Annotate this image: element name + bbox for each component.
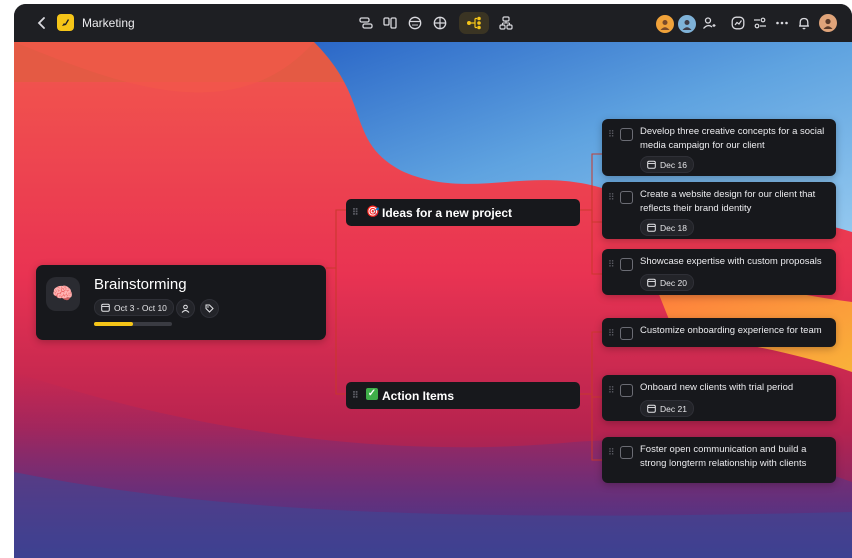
chevron-left-icon[interactable] [34,15,50,31]
task-date: Dec 21 [660,403,687,414]
hierarchy-view-icon[interactable] [498,15,514,31]
board-view-icon[interactable] [382,15,398,31]
drag-handle-icon[interactable]: ⠿ [608,129,615,140]
timeline-view-icon[interactable] [358,15,374,31]
globe-view-icon[interactable] [432,15,448,31]
drag-handle-icon[interactable]: ⠿ [608,385,615,396]
task-card[interactable]: ⠿ Develop three creative concepts for a … [602,119,836,176]
progress-fill [94,322,133,326]
task-checkbox[interactable] [620,446,633,459]
drag-handle-icon[interactable]: ⠿ [608,192,615,203]
task-title: Create a website design for our client t… [640,189,816,214]
task-checkbox[interactable] [620,128,633,141]
calendar-icon [647,278,656,287]
workspace-title[interactable]: Marketing [82,16,135,30]
task-title: Onboard new clients with trial period [640,382,794,393]
rocket-icon [57,14,74,31]
avatar-2[interactable] [677,14,697,34]
drag-handle-icon[interactable]: ⠿ [608,328,615,339]
task-card[interactable]: ⠿ Onboard new clients with trial period … [602,375,836,421]
drag-handle-icon[interactable]: ⠿ [352,207,359,218]
task-card[interactable]: ⠿ Customize onboarding experience for te… [602,318,836,347]
task-date: Dec 16 [660,159,687,170]
branch-node-action-items[interactable]: ⠿ ✓ Action Items [346,382,580,409]
target-emoji-icon: 🎯 [366,206,380,218]
task-card[interactable]: ⠿ Showcase expertise with custom proposa… [602,249,836,295]
task-title: Foster open communication and build a st… [640,444,807,469]
task-date: Dec 20 [660,277,687,288]
calendar-icon [647,160,656,169]
branch-title: Ideas for a new project [382,206,513,220]
check-emoji-icon: ✓ [366,388,378,400]
calendar-icon [647,223,656,232]
root-date-range: Oct 3 - Oct 10 [114,302,167,313]
task-checkbox[interactable] [620,191,633,204]
profile-avatar[interactable] [819,14,837,32]
task-title: Develop three creative concepts for a so… [640,126,825,151]
task-checkbox[interactable] [620,384,633,397]
task-title: Showcase expertise with custom proposals [640,256,822,267]
drag-handle-icon[interactable]: ⠿ [352,390,359,401]
bell-icon[interactable] [796,15,812,31]
share-users-icon[interactable] [701,15,717,31]
task-date-chip[interactable]: Dec 18 [640,219,694,236]
top-bar: Marketing [14,4,852,42]
root-node[interactable]: 🧠 Brainstorming Oct 3 - Oct 10 [36,265,326,340]
mindmap-view-icon[interactable] [459,12,489,34]
assignee-icon[interactable] [176,299,195,318]
task-date-chip[interactable]: Dec 16 [640,156,694,173]
calendar-icon [647,404,656,413]
task-title: Customize onboarding experience for team [640,325,822,336]
root-date-chip[interactable]: Oct 3 - Oct 10 [94,299,174,316]
filter-icon[interactable] [752,15,768,31]
mindmap-canvas[interactable]: 🧠 Brainstorming Oct 3 - Oct 10 ⠿ 🎯 Ideas… [14,42,852,558]
task-checkbox[interactable] [620,327,633,340]
activity-icon[interactable] [730,15,746,31]
task-checkbox[interactable] [620,258,633,271]
drag-handle-icon[interactable]: ⠿ [608,259,615,270]
app-window: Marketing 🧠 Brainstorming Oct 3 - Oct 10… [14,4,852,558]
avatar-1[interactable] [655,14,675,34]
task-card[interactable]: ⠿ Create a website design for our client… [602,182,836,239]
branch-title: Action Items [382,389,455,403]
calendar-icon [101,303,110,312]
task-date: Dec 18 [660,222,687,233]
more-icon[interactable] [774,15,790,31]
tag-icon[interactable] [200,299,219,318]
root-title[interactable]: Brainstorming [94,276,187,293]
task-card[interactable]: ⠿ Foster open communication and build a … [602,437,836,483]
task-date-chip[interactable]: Dec 20 [640,274,694,291]
brain-icon: 🧠 [46,277,80,311]
calendar-view-icon[interactable] [407,15,423,31]
progress-track [94,322,172,326]
drag-handle-icon[interactable]: ⠿ [608,447,615,458]
branch-node-ideas[interactable]: ⠿ 🎯 Ideas for a new project [346,199,580,226]
task-date-chip[interactable]: Dec 21 [640,400,694,417]
